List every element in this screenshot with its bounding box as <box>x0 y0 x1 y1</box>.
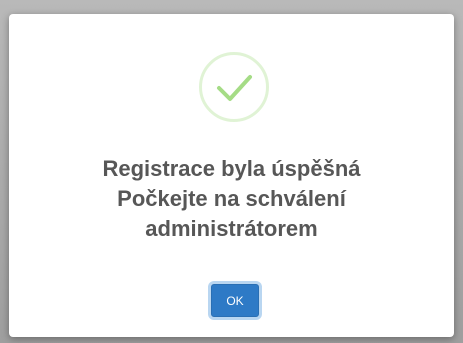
message-line-2: Počkejte na schválení <box>117 186 346 211</box>
message-line-3: administrátorem <box>145 216 318 241</box>
dialog-message: Registrace byla úspěšná Počkejte na schv… <box>29 154 434 244</box>
success-dialog: Registrace byla úspěšná Počkejte na schv… <box>9 14 454 337</box>
message-line-1: Registrace byla úspěšná <box>102 156 361 181</box>
success-checkmark-icon <box>199 52 269 122</box>
ok-button[interactable]: OK <box>211 284 259 317</box>
